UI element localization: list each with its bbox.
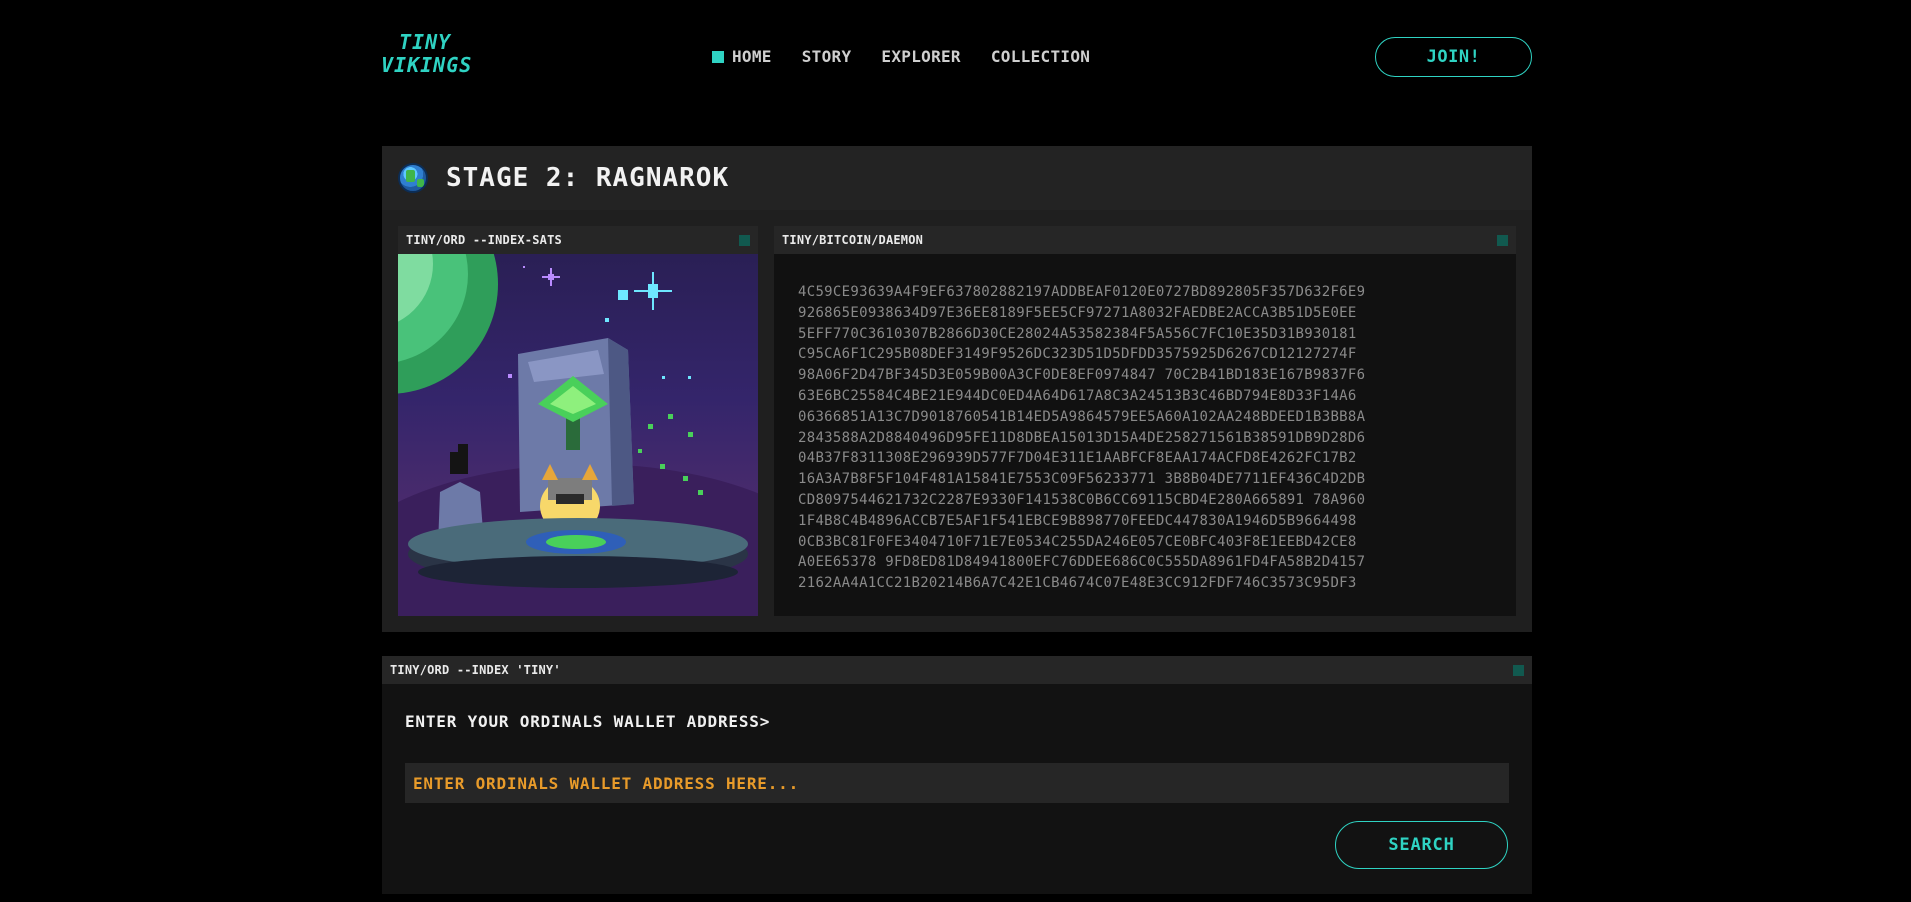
tiny-vikings-logo[interactable]: TINY VIKINGS xyxy=(381,31,471,83)
viking-pixel-artwork xyxy=(398,254,758,616)
pane-title: TINY/BITCOIN/DAEMON xyxy=(782,233,924,247)
pane-title: TINY/ORD --INDEX-SATS xyxy=(406,233,562,247)
hex-line: 0CB3BC81F0FE3404710F71E7E0534C255DA246E0… xyxy=(798,533,1357,550)
pane-title: TINY/ORD --INDEX 'TINY' xyxy=(390,663,561,677)
window-square-icon xyxy=(1497,234,1508,246)
globe-icon xyxy=(398,163,428,193)
hex-line: 04B37F8311308E296939D577F7D04E311E1AABFC… xyxy=(798,450,1357,467)
nav-collection[interactable]: COLLECTION xyxy=(991,47,1090,66)
hex-line: A0EE65378 9FD8ED81D84941800EFC76DDEE686C… xyxy=(798,554,1366,571)
search-button[interactable]: SEARCH xyxy=(1335,821,1508,869)
hex-line: 2843588A2D8840496D95FE11D8DBEA15013D15A4… xyxy=(798,429,1366,446)
hex-line: 926865E0938634D97E36EE8189F5EE5CF97271A8… xyxy=(798,304,1357,321)
wallet-search-panel: TINY/ORD --INDEX 'TINY' ENTER YOUR ORDIN… xyxy=(382,656,1532,894)
window-square-icon xyxy=(739,234,750,246)
hex-output: 4C59CE93639A4F9EF637802882197ADDBEAF0120… xyxy=(798,282,1498,594)
hex-line: 06366851A13C7D9018760541B14ED5A9864579EE… xyxy=(798,408,1366,425)
pane-titlebar: TINY/BITCOIN/DAEMON xyxy=(774,226,1516,254)
hex-line: 16A3A7B8F5F104F481A15841E7553C09F5623377… xyxy=(798,471,1366,488)
nav-home-label: HOME xyxy=(732,47,772,66)
hex-line: 98A06F2D47BF345D3E059B00A3CF0DE8EF097484… xyxy=(798,367,1366,384)
logo-line-1: TINY xyxy=(399,30,452,54)
wallet-prompt: ENTER YOUR ORDINALS WALLET ADDRESS> xyxy=(405,712,771,731)
join-button[interactable]: JOIN! xyxy=(1375,37,1532,77)
pane-titlebar: TINY/ORD --INDEX 'TINY' xyxy=(382,656,1532,684)
viking-artwork-svg xyxy=(398,254,758,616)
bitcoin-daemon-pane: TINY/BITCOIN/DAEMON 4C59CE93639A4F9EF637… xyxy=(774,226,1516,616)
stage-title: STAGE 2: RAGNAROK xyxy=(446,163,730,193)
active-indicator-icon xyxy=(712,50,724,63)
main-nav: HOME STORY EXPLORER COLLECTION xyxy=(712,47,1120,66)
pane-titlebar: TINY/ORD --INDEX-SATS xyxy=(398,226,758,254)
hex-line: 63E6BC25584C4BE21E944DC0ED4A64D617A8C3A2… xyxy=(798,387,1357,404)
logo-line-2: VIKINGS xyxy=(381,53,473,77)
hex-line: 1F4B8C4B4896ACCB7E5AF1F541EBCE9B898770FE… xyxy=(798,512,1357,529)
window-square-icon xyxy=(1513,664,1524,676)
hex-line: 5EFF770C3610307B2866D30CE28024A53582384F… xyxy=(798,325,1357,342)
nav-story-label: STORY xyxy=(801,47,852,66)
stage-panel: STAGE 2: RAGNAROK TINY/ORD --INDEX-SATS xyxy=(382,146,1532,632)
wallet-address-input[interactable] xyxy=(405,763,1509,803)
hex-line: 4C59CE93639A4F9EF637802882197ADDBEAF0120… xyxy=(798,284,1366,300)
ord-index-sats-pane: TINY/ORD --INDEX-SATS xyxy=(398,226,758,616)
nav-explorer-label: EXPLORER xyxy=(881,47,961,66)
nav-story[interactable]: STORY xyxy=(802,47,852,66)
stage-header: STAGE 2: RAGNAROK xyxy=(382,146,1532,210)
hex-line: 2162AA4A1CC21B20214B6A7C42E1CB4674C07E48… xyxy=(798,575,1357,592)
nav-explorer[interactable]: EXPLORER xyxy=(881,47,960,66)
hex-line: CD8097544621732C2287E9330F141538C0B6CC69… xyxy=(798,491,1366,508)
nav-home[interactable]: HOME xyxy=(712,47,772,66)
nav-collection-label: COLLECTION xyxy=(990,47,1091,66)
hex-line: C95CA6F1C295B08DEF3149F9526DC323D51D5DFD… xyxy=(798,346,1357,363)
